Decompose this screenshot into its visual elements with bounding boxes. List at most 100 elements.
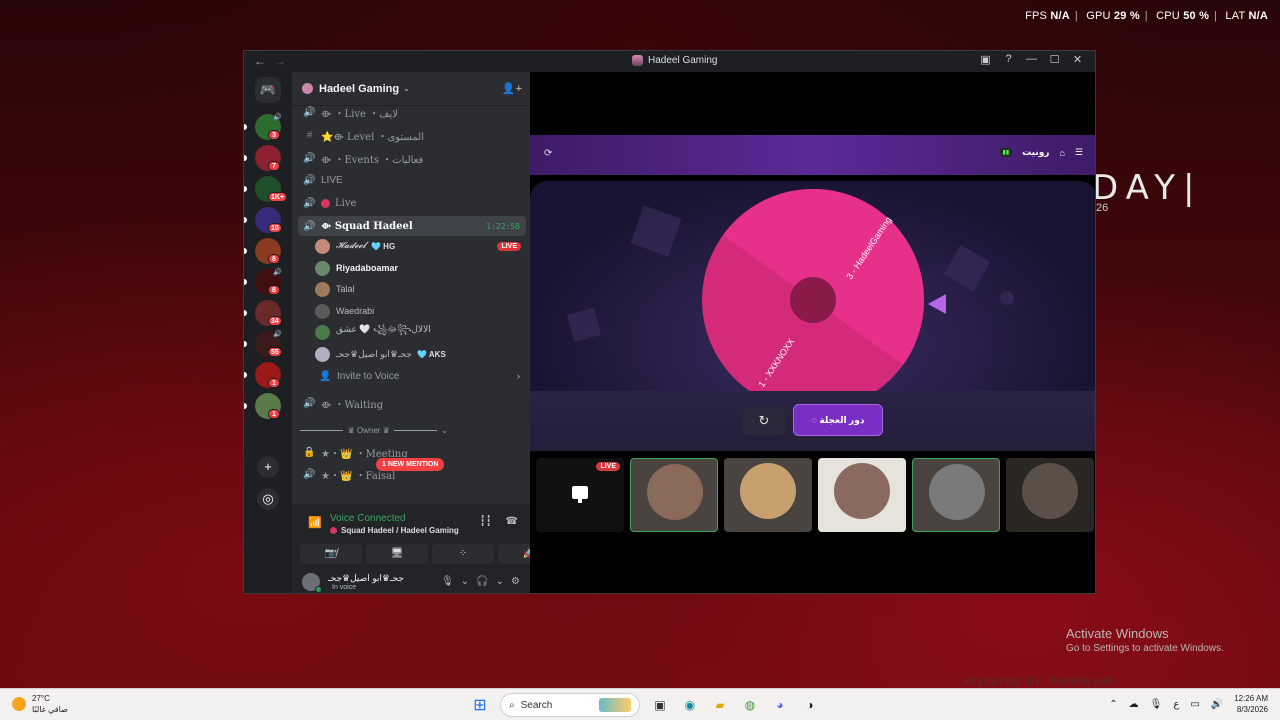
- windows-start-icon[interactable]: ⊞: [470, 695, 490, 715]
- network-icon[interactable]: ▭: [1190, 699, 1199, 710]
- channel-live-caps[interactable]: 🔊 LIVE: [298, 170, 526, 190]
- online-status-icon: [315, 586, 322, 593]
- volume-icon[interactable]: 🔊: [1211, 699, 1223, 710]
- noise-suppression-icon[interactable]: ┇┇: [479, 516, 491, 527]
- app-taskbar-icon[interactable]: ◑: [800, 695, 820, 715]
- keyboard-language[interactable]: ع: [1173, 699, 1179, 710]
- voice-user-name: Waedrabi: [336, 306, 375, 316]
- close-button[interactable]: ✕: [1066, 53, 1089, 66]
- live-badge: LIVE: [596, 462, 620, 471]
- maximize-button[interactable]: ☐: [1043, 53, 1066, 66]
- channel-level[interactable]: # ⭐⟴ Level ・المستوى: [298, 125, 526, 145]
- unread-pill: [244, 372, 247, 378]
- mention-badge: 55: [268, 347, 282, 357]
- clock[interactable]: 12:26 AM 8/3/2026: [1234, 693, 1268, 715]
- speaker-icon: 🔊: [303, 174, 316, 186]
- disconnect-icon[interactable]: ☎: [506, 516, 518, 527]
- gear-icon[interactable]: ⚙: [511, 576, 520, 587]
- headphones-icon[interactable]: 🎧: [476, 576, 488, 587]
- voice-user-row[interactable]: 𝓗𝓪𝓭𝓮𝓮𝓵 🩵 HG LIVE: [315, 236, 525, 256]
- discord-window: ← → Hadeel Gaming ▣ ? — ☐ ✕ 🎮 3 🔊 7 1K+ 10 8 8 🔊…: [243, 50, 1096, 594]
- chevron-down-icon[interactable]: ⌄: [496, 576, 504, 587]
- user-tag: 🩵 AKS: [417, 349, 446, 359]
- task-view-icon[interactable]: ▣: [650, 695, 670, 715]
- channel-sidebar: Hadeel Gaming ⌄ 👤+ 🔊 ⟴ ・Live ・لايف # ⭐⟴ …: [292, 72, 560, 593]
- forward-button[interactable]: →: [274, 54, 286, 68]
- inbox-button[interactable]: ▣: [974, 53, 997, 66]
- guild-header[interactable]: Hadeel Gaming ⌄ 👤+: [292, 72, 530, 106]
- unread-pill: [244, 403, 247, 409]
- channel-waiting[interactable]: 🔊 ⟴ ・Waiting: [298, 393, 526, 413]
- discord-taskbar-icon[interactable]: ◕: [770, 695, 790, 715]
- voice-user-name: عشق 🤍 ꧁ﷻ꧂الالال: [336, 324, 431, 334]
- cloud-icon[interactable]: ☁: [1129, 699, 1139, 710]
- minimize-button[interactable]: —: [1020, 53, 1043, 66]
- spin-wheel[interactable]: 3 - HadeelGaming 1 - XXKNOXX: [701, 188, 925, 417]
- channel-live-ar[interactable]: 🔊 ⟴ ・Live ・لايف: [298, 102, 526, 122]
- chrome-icon[interactable]: ◍: [740, 695, 760, 715]
- avatar: [929, 464, 985, 520]
- avatar: [647, 464, 703, 520]
- screen-share-button[interactable]: 🖥: [366, 544, 428, 564]
- mention-badge: 1: [268, 378, 280, 388]
- weather-widget[interactable]: 27°C صافي غالبًا: [12, 693, 68, 715]
- voice-user-row[interactable]: Waedrabi: [315, 301, 525, 321]
- unread-pill: [244, 341, 247, 347]
- user-area[interactable]: جحـ♛ابو اصيل♛جحـ In voice 🎙 ⌄ 🎧 ⌄ ⚙: [292, 571, 530, 593]
- voice-user-name: 𝓗𝓪𝓭𝓮𝓮𝓵: [336, 241, 366, 251]
- channel-live[interactable]: 🔊 Live: [298, 193, 526, 213]
- camera-off-button[interactable]: 📷̸: [300, 544, 362, 564]
- screen-share-tile[interactable]: LIVE: [536, 458, 624, 532]
- add-member-icon[interactable]: 👤+: [502, 82, 522, 95]
- wheel-pointer: [928, 294, 946, 314]
- search-box[interactable]: ⌕ Search: [500, 693, 640, 717]
- avatar: [1022, 463, 1078, 519]
- participant-tile[interactable]: [724, 458, 812, 532]
- new-mention-pill[interactable]: 1 NEW MENTION: [376, 458, 445, 471]
- voice-user-row[interactable]: عشق 🤍 ꧁ﷻ꧂الالال: [315, 322, 525, 342]
- back-button[interactable]: ←: [254, 54, 266, 68]
- weather-icon: [12, 697, 26, 711]
- invite-to-voice[interactable]: 👤 Invite to Voice ›: [314, 366, 526, 386]
- channel-squad-hadeel[interactable]: 🔊 ⟴ Squad Hadeel 1:22:58: [298, 216, 526, 236]
- participant-tile[interactable]: [912, 458, 1000, 532]
- wheel-controls: ↻ ◌ دور العجلة: [530, 391, 1095, 451]
- mention-badge: 10: [268, 223, 282, 233]
- chevron-down-icon[interactable]: ⌄: [461, 576, 469, 587]
- category-owner[interactable]: ♛ Owner ♛ ⌄: [300, 426, 448, 435]
- mention-badge: 8: [268, 254, 280, 264]
- voice-user-row[interactable]: Riyadaboamar: [315, 258, 525, 278]
- spin-button[interactable]: ◌ دور العجلة: [793, 404, 883, 436]
- guild-icon: [302, 83, 313, 94]
- add-server-button[interactable]: +: [257, 456, 279, 478]
- wallpaper-subtext: 26: [1096, 202, 1109, 214]
- help-button[interactable]: ?: [997, 53, 1020, 66]
- participant-tile[interactable]: [1006, 458, 1094, 532]
- microphone-icon[interactable]: 🎙: [1150, 699, 1163, 710]
- voice-status[interactable]: Voice Connected: [330, 513, 406, 524]
- file-explorer-icon[interactable]: ▰: [710, 695, 730, 715]
- unread-pill: [244, 217, 247, 223]
- voice-user-row[interactable]: جحـ♛ابو اصيل♛جحـ 🩵 AKS: [315, 344, 525, 364]
- participant-tile[interactable]: [818, 458, 906, 532]
- activities-button[interactable]: ⁘: [432, 544, 494, 564]
- voice-user-row[interactable]: Talal: [315, 279, 525, 299]
- unread-pill: [244, 124, 247, 130]
- participant-tile[interactable]: [630, 458, 718, 532]
- chevron-up-icon[interactable]: ⌃: [1109, 699, 1117, 710]
- edge-icon[interactable]: ◉: [680, 695, 700, 715]
- reset-button[interactable]: ↻: [742, 407, 786, 435]
- home-icon[interactable]: ⌂: [1059, 148, 1064, 158]
- performance-overlay: FPS N/A | GPU 29 % | CPU 50 % | LAT N/A: [1025, 10, 1268, 22]
- server-rail: 🎮 3 🔊 7 1K+ 10 8 8 🔊 34 55 🔊 1 1 + ◎: [244, 72, 292, 593]
- microphone-icon[interactable]: 🎙: [441, 576, 454, 587]
- refresh-icon[interactable]: ⟳: [544, 148, 552, 159]
- taskbar: 27°C صافي غالبًا ⊞ ⌕ Search ▣ ◉ ▰ ◍ ◕ ◑ …: [0, 688, 1280, 720]
- channel-events[interactable]: 🔊 ⟴ ・Events ・فعاليات: [298, 148, 526, 168]
- avatar: [315, 238, 330, 254]
- home-button[interactable]: 🎮: [255, 77, 281, 103]
- discover-button[interactable]: ◎: [257, 488, 279, 510]
- discord-icon: 🎮: [259, 82, 277, 97]
- avatar: [315, 281, 330, 297]
- menu-icon[interactable]: ☰: [1075, 147, 1083, 158]
